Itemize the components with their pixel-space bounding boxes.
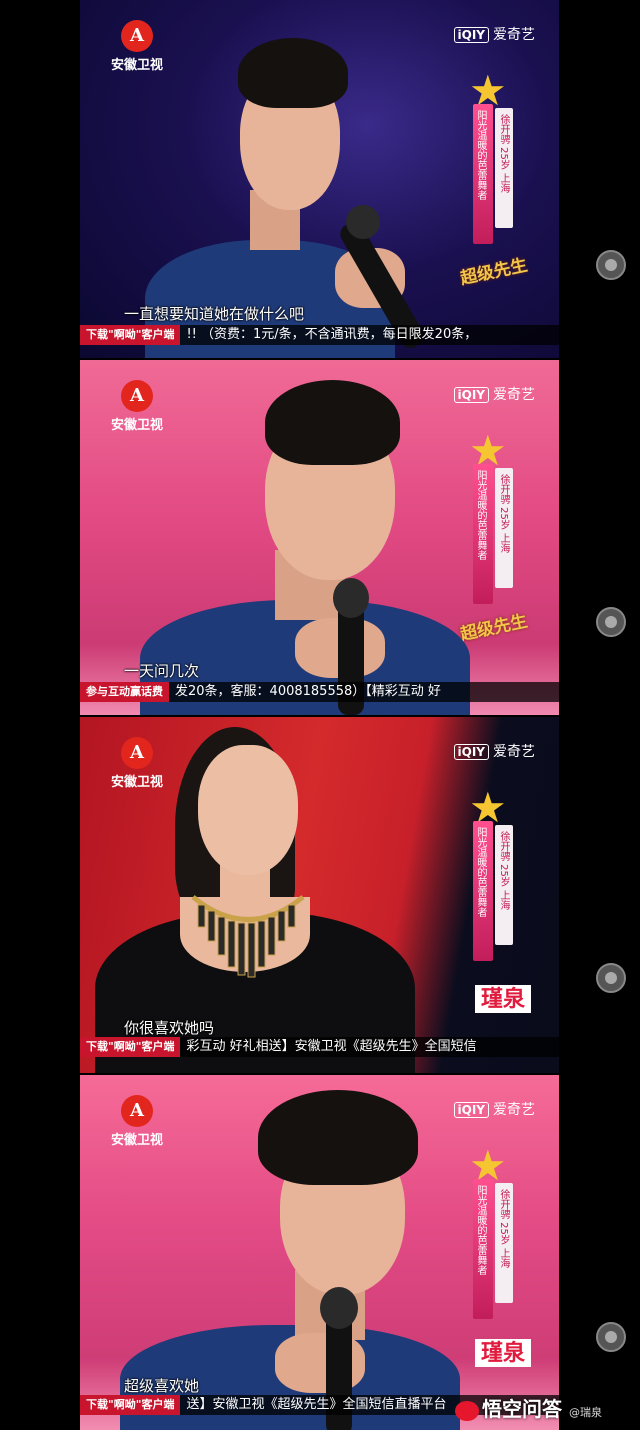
iqiyi-text: 爱奇艺 — [493, 1102, 535, 1118]
weibo-icon — [455, 1400, 479, 1421]
banner-info: 徐开骋 25岁 上海 — [498, 831, 509, 911]
ticker-text: 送】安徽卫视《超级先生》全国短信直播平台 — [186, 1397, 447, 1412]
banner-info: 徐开骋 25岁 上海 — [498, 114, 509, 194]
show-logo: 超级先生 — [458, 255, 530, 290]
iqiyi-logo-icon: iQIY — [453, 387, 489, 403]
contestant-banner: ★ 阳光温暖的芭蕾舞者 徐开骋 25岁 上海 — [463, 787, 521, 977]
banner-info: 徐开骋 25岁 上海 — [498, 474, 509, 554]
subtitle: 你很喜欢她吗 — [124, 1019, 215, 1037]
weibo-text: 悟空问答 — [482, 1397, 562, 1421]
station-logo-icon: A — [121, 20, 153, 52]
station-logo: A 安徽卫视 — [102, 380, 172, 433]
ticker-text: 发20条，客服：4008185558）【精彩互动 好 — [175, 684, 441, 699]
iqiyi-watermark: iQIY 爱奇艺 — [453, 24, 535, 44]
ticker-text: !! （资费：1元/条，不含通讯费，每日限发20条， — [186, 327, 478, 342]
iqiyi-logo-icon: iQIY — [453, 1102, 489, 1118]
station-logo-icon: A — [121, 380, 153, 412]
banner-slogan: 阳光温暖的芭蕾舞者 — [475, 470, 486, 560]
station-logo-icon: A — [121, 1095, 153, 1127]
station-name: 安徽卫视 — [110, 418, 163, 433]
ticker-tag: 下载"啊呦"客户端 — [80, 325, 181, 345]
ticker-tag: 下载"啊呦"客户端 — [80, 1395, 181, 1415]
floating-button-4[interactable] — [596, 1322, 626, 1352]
iqiyi-text: 爱奇艺 — [493, 744, 535, 760]
bottom-ticker: 参与互动赢话费 发20条，客服：4008185558）【精彩互动 好 — [80, 682, 559, 702]
video-frame-3: A 安徽卫视 iQIY 爱奇艺 ★ 阳光温暖的芭蕾舞者 徐开骋 25岁 上海 瑾… — [80, 717, 559, 1073]
subtitle: 一天问几次 — [124, 662, 200, 680]
ticker-text: 彩互动 好礼相送】安徽卫视《超级先生》全国短信 — [186, 1039, 477, 1054]
contestant-banner: ★ 阳光温暖的芭蕾舞者 徐开骋 25岁 上海 — [463, 70, 521, 260]
iqiyi-watermark: iQIY 爱奇艺 — [453, 1099, 535, 1119]
video-frame-4: A 安徽卫视 iQIY 爱奇艺 ★ 阳光温暖的芭蕾舞者 徐开骋 25岁 上海 瑾泉… — [80, 1075, 559, 1430]
video-frame-2: A 安徽卫视 iQIY 爱奇艺 ★ 阳光温暖的芭蕾舞者 徐开骋 25岁 上海 超级… — [80, 360, 559, 715]
iqiyi-text: 爱奇艺 — [493, 387, 535, 403]
necklace — [188, 887, 308, 982]
station-name: 安徽卫视 — [110, 58, 163, 73]
station-name: 安徽卫视 — [110, 775, 163, 790]
ticker-tag: 下载"啊呦"客户端 — [80, 1037, 181, 1057]
banner-slogan: 阳光温暖的芭蕾舞者 — [475, 827, 486, 917]
bottom-ticker: 下载"啊呦"客户端 彩互动 好礼相送】安徽卫视《超级先生》全国短信 — [80, 1037, 559, 1057]
iqiyi-text: 爱奇艺 — [493, 27, 535, 43]
weibo-watermark: 悟空问答 @瑞泉 — [455, 1393, 602, 1422]
banner-slogan: 阳光温暖的芭蕾舞者 — [475, 1185, 486, 1275]
floating-button-2[interactable] — [596, 607, 626, 637]
weibo-handle: @瑞泉 — [568, 1406, 602, 1419]
station-logo: A 安徽卫视 — [102, 20, 172, 73]
iqiyi-watermark: iQIY 爱奇艺 — [453, 384, 535, 404]
ticker-tag: 参与互动赢话费 — [80, 682, 169, 702]
banner-slogan: 阳光温暖的芭蕾舞者 — [475, 110, 486, 200]
iqiyi-logo-icon: iQIY — [453, 27, 489, 43]
contestant-banner: ★ 阳光温暖的芭蕾舞者 徐开骋 25岁 上海 — [463, 1145, 521, 1335]
video-frame-1: A 安徽卫视 iQIY 爱奇艺 ★ 阳光温暖的芭蕾舞者 徐开骋 25岁 上海 超级… — [80, 0, 559, 358]
station-logo-icon: A — [121, 737, 153, 769]
bottom-ticker: 下载"啊呦"客户端 !! （资费：1元/条，不含通讯费，每日限发20条， — [80, 325, 559, 345]
floating-button-3[interactable] — [596, 963, 626, 993]
floating-button-1[interactable] — [596, 250, 626, 280]
iqiyi-logo-icon: iQIY — [453, 744, 489, 760]
name-card: 瑾泉 — [474, 1339, 531, 1367]
station-logo: A 安徽卫视 — [102, 1095, 172, 1148]
subtitle: 超级喜欢她 — [124, 1377, 200, 1395]
name-card: 瑾泉 — [474, 985, 531, 1013]
station-name: 安徽卫视 — [110, 1133, 163, 1148]
subtitle: 一直想要知道她在做什么吧 — [124, 305, 305, 323]
station-logo: A 安徽卫视 — [102, 737, 172, 790]
contestant-banner: ★ 阳光温暖的芭蕾舞者 徐开骋 25岁 上海 — [463, 430, 521, 620]
banner-info: 徐开骋 25岁 上海 — [498, 1189, 509, 1269]
iqiyi-watermark: iQIY 爱奇艺 — [453, 741, 535, 761]
